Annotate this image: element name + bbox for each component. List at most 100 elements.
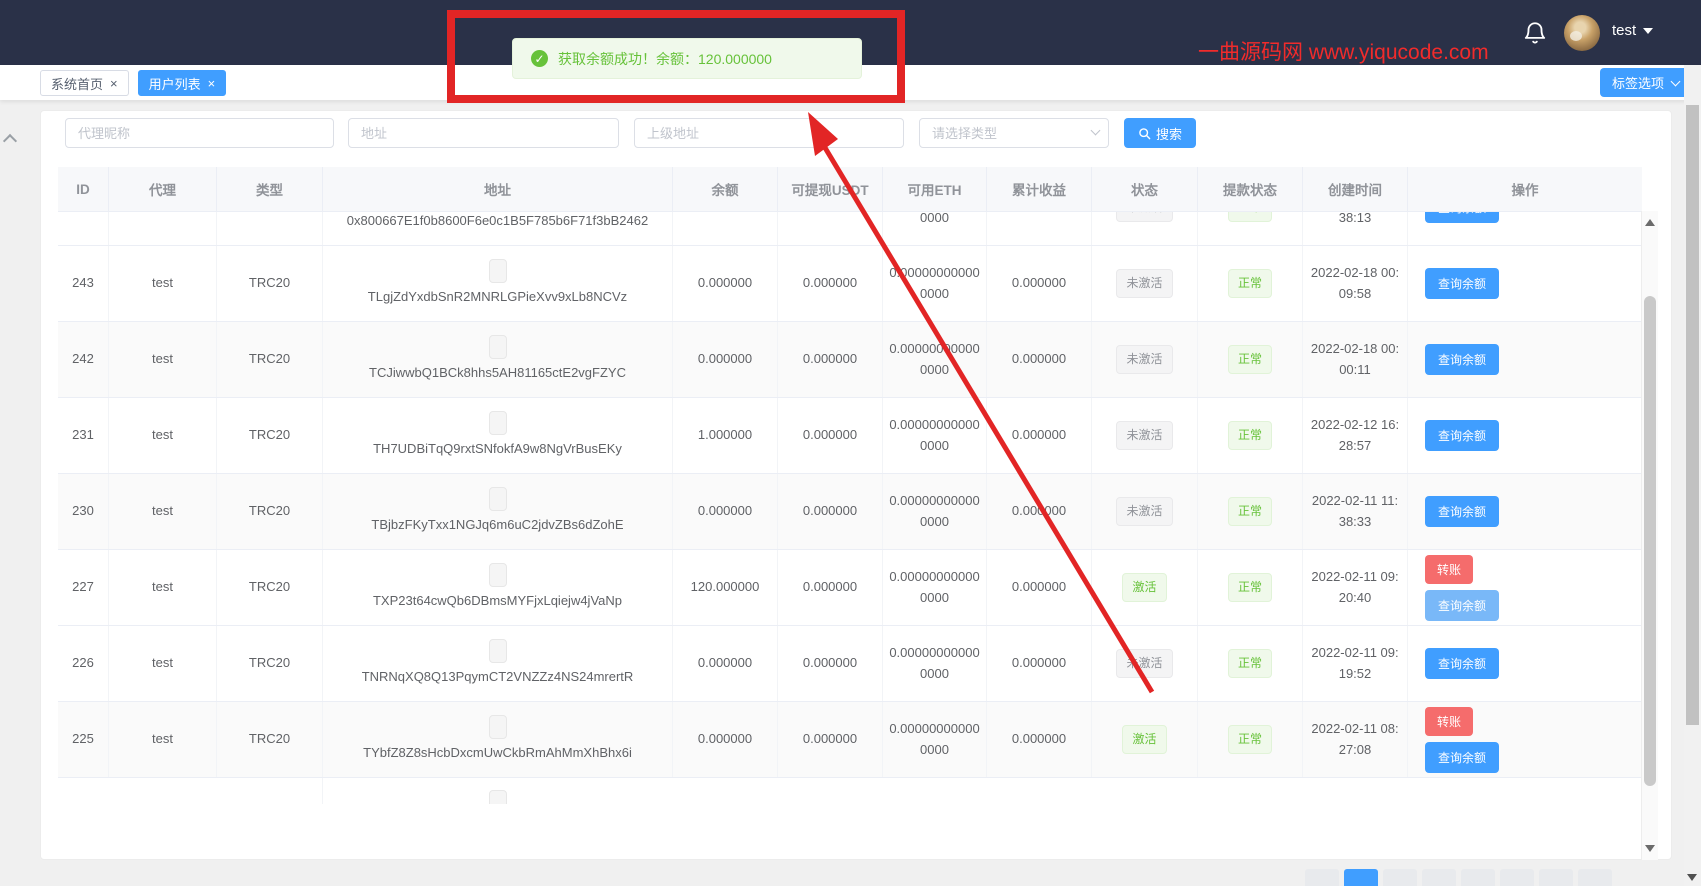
cell-created: 2022-02-18 00:00:11 — [1303, 322, 1408, 397]
query-balance-button[interactable]: 查询余额 — [1425, 212, 1500, 223]
cell-actions: 转账 查询余额 — [1408, 702, 1642, 777]
address-text: TYbfZ8Z8sHcbDxcmUwCkbRmAhMmXhBhx6i — [363, 745, 632, 761]
close-icon[interactable]: × — [208, 77, 216, 90]
cell-type: TRC20 — [217, 550, 323, 625]
cell-usdt: 0.000000 — [778, 550, 883, 625]
status-badge: 未激活 — [1116, 344, 1173, 375]
scroll-down-icon[interactable] — [1687, 874, 1697, 881]
cell-id: 225 — [58, 702, 109, 777]
page-button[interactable] — [1539, 869, 1573, 886]
cell-income: 0.000000 — [987, 398, 1092, 473]
page-scrollbar[interactable] — [1684, 65, 1701, 886]
cell-actions: 查询余额 — [1408, 474, 1642, 549]
cell-actions: 查询余额 — [1408, 322, 1642, 397]
table-scrollbar[interactable] — [1641, 211, 1658, 860]
search-icon — [1139, 127, 1151, 139]
copy-address-icon[interactable] — [489, 790, 507, 804]
parent-address-input[interactable] — [634, 118, 904, 148]
tag-options-button[interactable]: 标签选项 — [1599, 68, 1691, 97]
page-button[interactable] — [1305, 869, 1339, 886]
agent-name-input[interactable] — [65, 118, 334, 148]
toast-message: 获取余额成功！余额：120.000000 — [558, 50, 772, 67]
cell-actions: 转账 查询余额 — [1408, 550, 1642, 625]
cell-usdt: 0.000000 — [778, 474, 883, 549]
collapse-toggle-icon[interactable] — [2, 133, 18, 149]
status-badge: 未激活 — [1116, 212, 1173, 223]
cell-address: TLgjZdYxdbSnR2MNRLGPieXvv9xLb8NCVz — [323, 246, 673, 321]
cell-income: 0.000000 — [987, 626, 1092, 701]
cell-actions: 查询余额 — [1408, 246, 1642, 321]
query-balance-button[interactable]: 查询余额 — [1425, 741, 1500, 773]
cell-status: 未激活 — [1092, 322, 1198, 397]
notification-bell-icon[interactable] — [1522, 20, 1548, 46]
cell-status: 未激活 — [1092, 474, 1198, 549]
query-balance-button[interactable]: 查询余额 — [1425, 268, 1500, 299]
scroll-up-icon[interactable] — [1645, 219, 1655, 226]
query-balance-button[interactable]: 查询余额 — [1425, 589, 1500, 621]
page-button[interactable] — [1461, 869, 1495, 886]
tab-label: 用户列表 — [148, 76, 201, 92]
cell-address: TH7UDBiTqQ9rxtSNfokfA9w8NgVrBusEKy — [323, 398, 673, 473]
transfer-button[interactable]: 转账 — [1425, 554, 1474, 584]
table-row: 242 test TRC20 TCJiwwbQ1BCk8hhs5AH81165ctE2… — [58, 322, 1642, 398]
copy-address-icon[interactable] — [488, 259, 507, 284]
query-balance-button[interactable]: 查询余额 — [1425, 648, 1500, 679]
query-balance-button[interactable]: 查询余额 — [1425, 420, 1500, 451]
table-row: 243 test TRC20 TLgjZdYxdbSnR2MNRLGPieXvv9xL… — [58, 246, 1642, 322]
user-list-card: 搜索 ID代理类型地址余额可提现USDT可用ETH累计收益状态提款状态创建时间 操… — [40, 110, 1672, 860]
copy-address-icon[interactable] — [488, 715, 507, 740]
copy-address-icon[interactable] — [488, 335, 507, 360]
page-button[interactable] — [1422, 869, 1456, 886]
tab-user-list[interactable]: 用户列表 × — [137, 70, 227, 96]
column-header: 可提现USDT — [778, 167, 883, 211]
query-balance-button[interactable]: 查询余额 — [1425, 496, 1500, 527]
copy-address-icon[interactable] — [488, 639, 507, 664]
cell-created: 2022-02-18 00:09:58 — [1303, 246, 1408, 321]
address-text: TXP23t64cwQb6DBmsMYFjxLqiejw4jVaNp — [372, 593, 623, 609]
status-badge: 激活 — [1122, 724, 1167, 755]
scroll-down-icon[interactable] — [1645, 845, 1655, 852]
page-button[interactable] — [1578, 869, 1612, 886]
tab-home[interactable]: 系统首页 × — [40, 70, 129, 96]
column-header: 代理 — [109, 167, 217, 211]
copy-address-icon[interactable] — [488, 487, 507, 512]
cell-actions: 查询余额 — [1408, 212, 1642, 245]
cell-usdt: 0.000000 — [778, 212, 883, 245]
address-text: TNRNqXQ8Q13PqymCT2VNZZz4NS24mrertR — [361, 669, 634, 685]
column-header: ID — [58, 167, 109, 211]
page-button-active[interactable] — [1344, 869, 1378, 886]
avatar[interactable] — [1564, 15, 1600, 51]
page-button[interactable] — [1383, 869, 1417, 886]
status-badge: 未激活 — [1116, 268, 1173, 299]
search-button[interactable]: 搜索 — [1124, 118, 1197, 148]
copy-address-icon[interactable] — [488, 411, 507, 436]
username: test — [1612, 22, 1637, 39]
query-balance-button[interactable]: 查询余额 — [1425, 344, 1500, 375]
cell-withdraw: 正常 — [1198, 398, 1303, 473]
cell-withdraw: 正常 — [1198, 212, 1303, 245]
page-scrollbar-thumb[interactable] — [1686, 105, 1699, 725]
cell-balance: 0.000000 — [673, 246, 778, 321]
page-button[interactable] — [1500, 869, 1534, 886]
close-icon[interactable]: × — [110, 77, 118, 90]
cell-usdt: 0.000000 — [778, 626, 883, 701]
cell-eth: 0.000000000000000 — [883, 474, 987, 549]
transfer-button[interactable]: 转账 — [1425, 706, 1474, 736]
cell-agent: test — [109, 212, 217, 245]
table-body: 244testERC200x800667E1f0b8600F6e0c1B5F78… — [58, 212, 1642, 804]
type-select[interactable] — [919, 118, 1109, 148]
copy-address-icon[interactable] — [488, 563, 507, 588]
status-badge: 正常 — [1227, 648, 1272, 679]
cell-income: 0.000000 — [987, 474, 1092, 549]
table-scrollbar-thumb[interactable] — [1644, 296, 1656, 786]
status-badge: 未激活 — [1116, 420, 1173, 451]
cell-withdraw: 正常 — [1198, 626, 1303, 701]
cell-agent: test — [109, 550, 217, 625]
cell-id: 230 — [58, 474, 109, 549]
address-input[interactable] — [348, 118, 619, 148]
column-header: 余额 — [673, 167, 778, 211]
user-menu[interactable]: test — [1612, 22, 1654, 39]
cell-balance: 0.000000 — [673, 474, 778, 549]
status-badge: 正常 — [1227, 496, 1272, 527]
cell-actions: 查询余额 — [1408, 398, 1642, 473]
